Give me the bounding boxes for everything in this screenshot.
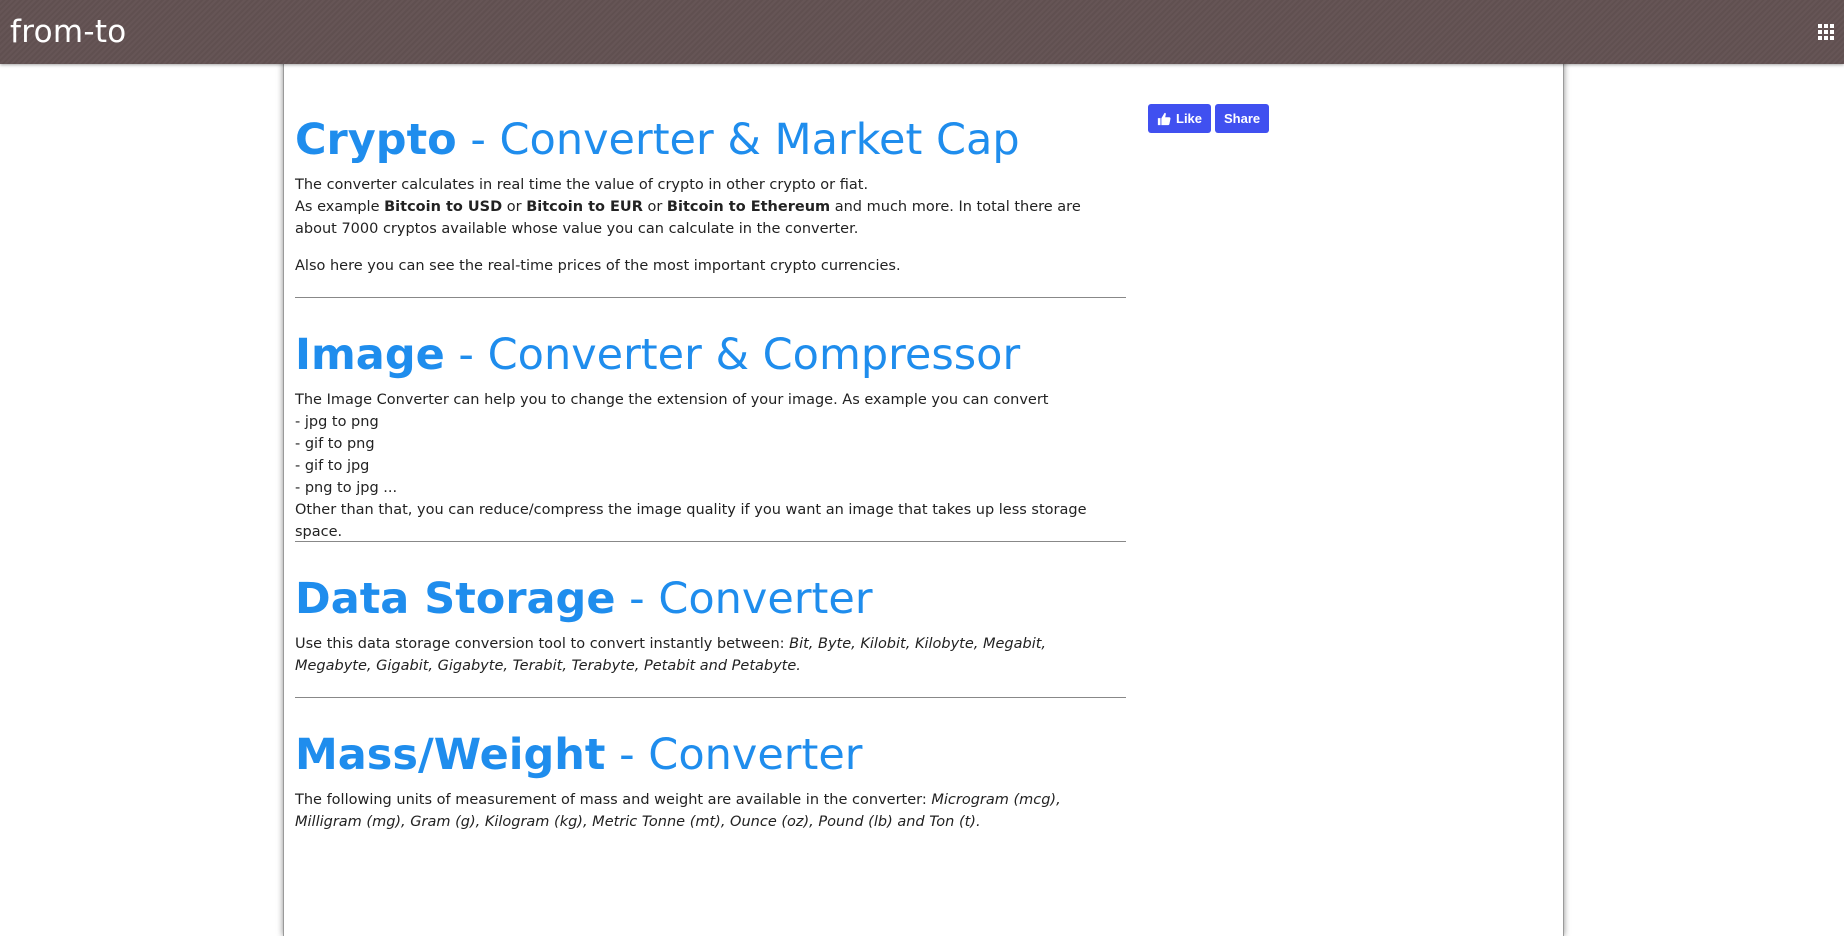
apps-grid-icon[interactable] [1818, 24, 1834, 40]
title-bold: Crypto [295, 115, 457, 165]
main-card: Crypto - Converter & Market Cap The conv… [283, 56, 1564, 936]
section-divider [295, 541, 1126, 542]
list-line: - png to jpg ... [295, 480, 398, 496]
section-title[interactable]: Image - Converter & Compressor [295, 329, 1126, 381]
list-line: - jpg to png [295, 414, 379, 430]
bold-term: Bitcoin to EUR [526, 199, 643, 215]
section-divider [295, 297, 1126, 298]
text-span: Use this data storage conversion tool to… [295, 636, 790, 652]
text-span: As example [295, 199, 385, 215]
section-mass-weight: Mass/Weight - Converter The following un… [295, 729, 1126, 833]
title-bold: Mass/Weight [295, 730, 606, 780]
facebook-share-button[interactable]: Share [1215, 104, 1270, 133]
section-crypto: Crypto - Converter & Market Cap The conv… [295, 114, 1126, 277]
section-title[interactable]: Mass/Weight - Converter [295, 729, 1126, 781]
section-title[interactable]: Crypto - Converter & Market Cap [295, 114, 1126, 166]
title-rest: - Converter [615, 574, 873, 624]
bold-term: Bitcoin to Ethereum [666, 199, 831, 215]
paragraph: The converter calculates in real time th… [295, 174, 1126, 240]
section-data-storage: Data Storage - Converter Use this data s… [295, 573, 1126, 677]
section-title[interactable]: Data Storage - Converter [295, 573, 1126, 625]
title-bold: Image [295, 330, 445, 380]
top-navbar: from-to [0, 0, 1844, 64]
paragraph: Use this data storage conversion tool to… [295, 633, 1126, 677]
text-span: The following units of measurement of ma… [295, 792, 932, 808]
crypto-intro-text: The converter calculates in real time th… [295, 177, 869, 193]
facebook-like-button[interactable]: Like [1148, 104, 1212, 133]
text-span: The Image Converter can help you to chan… [295, 392, 1049, 408]
like-label: Like [1176, 111, 1203, 126]
paragraph: The following units of measurement of ma… [295, 789, 1126, 833]
text-span: or [502, 199, 527, 215]
text-span: Other than that, you can reduce/compress… [295, 502, 1087, 540]
title-bold: Data Storage [295, 574, 616, 624]
paragraph: The Image Converter can help you to chan… [295, 389, 1126, 543]
list-line: - gif to jpg [295, 458, 370, 474]
title-rest: - Converter & Compressor [444, 330, 1021, 380]
paragraph: Also here you can see the real-time pric… [295, 258, 901, 274]
section-image: Image - Converter & Compressor The Image… [295, 329, 1126, 543]
thumbs-up-icon [1157, 112, 1171, 125]
social-buttons: Like Share [1148, 104, 1270, 133]
section-divider [295, 697, 1126, 698]
list-line: - gif to png [295, 436, 375, 452]
share-label: Share [1224, 111, 1261, 126]
title-rest: - Converter & Market Cap [456, 115, 1020, 165]
site-logo-link[interactable]: from-to [10, 12, 127, 52]
bold-term: Bitcoin to USD [384, 199, 503, 215]
text-span: or [642, 199, 667, 215]
title-rest: - Converter [605, 730, 863, 780]
